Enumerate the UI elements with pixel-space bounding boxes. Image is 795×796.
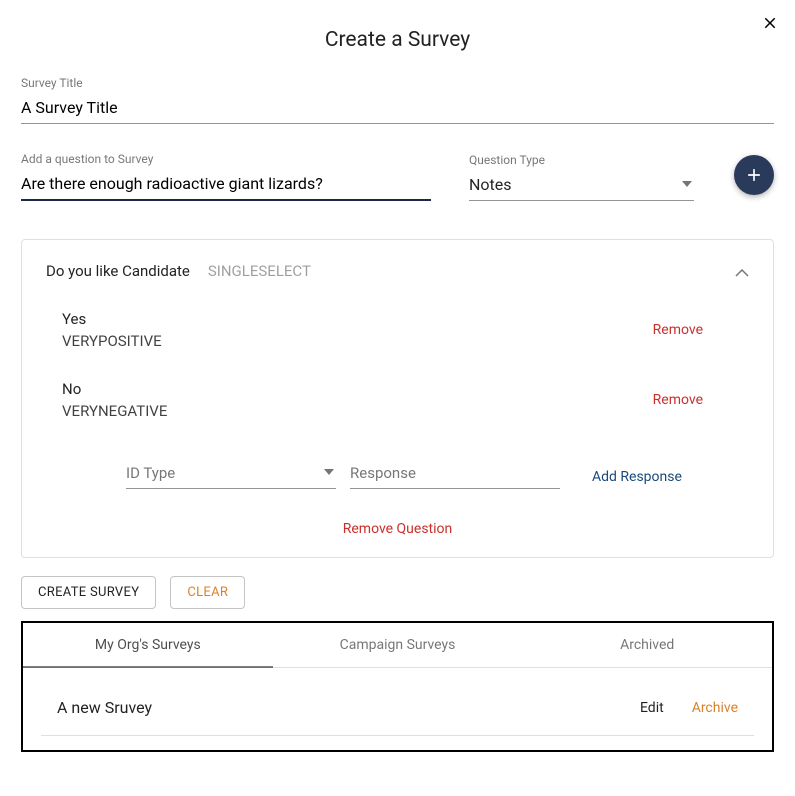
response-id: VERYNEGATIVE — [62, 402, 167, 420]
close-button[interactable] — [757, 10, 783, 40]
response-label: No — [62, 380, 167, 398]
archive-survey-button[interactable]: Archive — [692, 700, 738, 716]
survey-name: A new Sruvey — [41, 698, 152, 717]
survey-title-label: Survey Title — [21, 76, 774, 90]
close-icon — [761, 14, 779, 32]
chevron-up-icon — [735, 269, 749, 277]
survey-row: A new Sruvey Edit Archive — [41, 680, 754, 736]
response-label: Yes — [62, 310, 162, 328]
remove-response-button[interactable]: Remove — [653, 322, 733, 338]
question-type-label: Question Type — [469, 153, 694, 167]
surveys-panel: My Org's Surveys Campaign Surveys Archiv… — [21, 621, 774, 752]
dropdown-icon — [324, 460, 334, 479]
response-id: VERYPOSITIVE — [62, 332, 162, 350]
remove-response-button[interactable]: Remove — [653, 392, 733, 408]
collapse-button[interactable] — [731, 258, 753, 285]
page-title: Create a Survey — [0, 0, 795, 76]
add-response-button[interactable]: Add Response — [574, 469, 682, 489]
edit-survey-button[interactable]: Edit — [640, 700, 664, 716]
question-type-select[interactable]: Notes — [469, 171, 694, 201]
response-item: Yes VERYPOSITIVE Remove — [62, 310, 733, 350]
question-card-subtype: SINGLESELECT — [208, 262, 311, 280]
survey-title-input[interactable] — [21, 94, 774, 124]
create-survey-button[interactable]: CREATE SURVEY — [21, 576, 156, 609]
tab-campaign-surveys[interactable]: Campaign Surveys — [273, 623, 523, 667]
response-item: No VERYNEGATIVE Remove — [62, 380, 733, 420]
question-card-title: Do you like Candidate — [46, 262, 190, 280]
remove-question-button[interactable]: Remove Question — [46, 521, 749, 537]
add-question-button[interactable] — [734, 155, 774, 195]
add-question-input[interactable] — [21, 170, 431, 201]
tab-my-org-surveys[interactable]: My Org's Surveys — [23, 623, 273, 667]
id-type-select[interactable] — [126, 460, 336, 489]
plus-icon — [744, 165, 764, 185]
clear-button[interactable]: CLEAR — [170, 576, 245, 609]
response-input[interactable] — [350, 460, 560, 489]
tab-archived[interactable]: Archived — [522, 623, 772, 667]
add-question-label: Add a question to Survey — [21, 152, 431, 166]
question-card: Do you like Candidate SINGLESELECT Yes V… — [21, 239, 774, 558]
